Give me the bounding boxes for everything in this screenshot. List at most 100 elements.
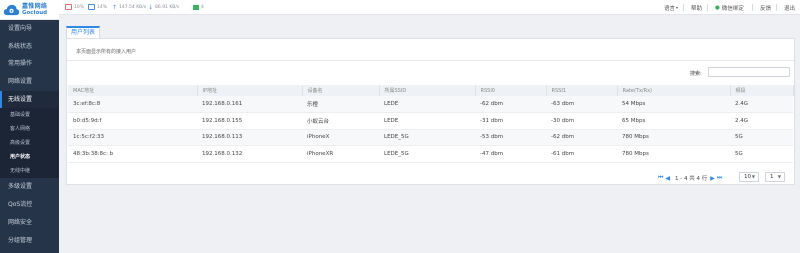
page-number-select[interactable]: 1 ▼: [765, 172, 785, 182]
search-label: 搜索:: [690, 71, 702, 77]
divider: [752, 4, 753, 11]
sidebar-item-setup-wizard[interactable]: 设置向导: [0, 20, 59, 38]
download-stat: ↓ 86.91 KB/s: [148, 3, 179, 11]
table-row: 3c:ef:8c:8 192.168.0.161 乐橙 LEDE -62 dbm…: [68, 96, 793, 113]
memory-usage: 14%: [97, 4, 108, 10]
column-header-band[interactable]: 频段: [730, 85, 794, 96]
panel-description: 本页面显示所有的接入用户: [76, 49, 137, 55]
column-header-device[interactable]: 设备名: [302, 85, 380, 96]
sidebar-subitem-advanced[interactable]: 高级设置: [0, 136, 59, 150]
monitor-icon: [193, 4, 199, 10]
sidebar-item-multi-level[interactable]: 多级设置: [0, 178, 59, 196]
sidebar-item-group-management[interactable]: 分组管理: [0, 232, 59, 250]
sidebar-item-wireless-settings[interactable]: 无线设置: [0, 90, 59, 109]
client-count: 4: [201, 4, 204, 10]
cell-rate: 54 Mbps: [617, 96, 730, 113]
column-header-rssi1[interactable]: RSSI1: [546, 85, 618, 96]
brand-logo: 嘉惟网络 Gocloud: [0, 0, 59, 20]
sidebar-subitem-basic[interactable]: 基础设置: [0, 108, 59, 122]
tab-user-list[interactable]: 用户列表: [66, 26, 100, 38]
cell-device: 乐橙: [302, 96, 379, 113]
divider: [707, 4, 708, 11]
clients-stat: 4: [193, 3, 204, 11]
cell-rssi1: -61 dbm: [546, 145, 617, 163]
chevron-down-icon: ▼: [751, 174, 755, 179]
cell-device: iPhoneX: [302, 129, 379, 146]
last-page-icon[interactable]: ⏭: [717, 174, 722, 182]
table-row: 1c:5c:f2:33 192.168.0.113 iPhoneX LEDE_5…: [68, 129, 793, 146]
column-header-rssi0[interactable]: RSSI0: [475, 85, 547, 96]
search-input[interactable]: [708, 67, 790, 77]
sidebar-item-network-settings[interactable]: 网络设置: [0, 73, 59, 91]
cell-ssid: LEDE_5G: [379, 145, 475, 163]
cell-rate: 780 Mbps: [617, 129, 730, 146]
column-header-rate[interactable]: Rate(Tx/Rx): [617, 85, 731, 96]
language-menu[interactable]: 语言 ▾: [664, 0, 678, 15]
user-list-panel: 本页面显示所有的接入用户 搜索: MAC地址 IP地址 设备名 所属SSID R…: [66, 38, 795, 185]
help-link[interactable]: 帮助: [691, 0, 702, 15]
divider: [683, 4, 684, 11]
prev-page-icon[interactable]: ◀: [665, 175, 670, 182]
feedback-link[interactable]: 反馈: [760, 0, 771, 15]
page-number-value: 1: [770, 174, 774, 180]
logout-link[interactable]: 退出: [784, 0, 795, 15]
brand-name-cn: 嘉惟网络: [22, 2, 48, 10]
page-size-select[interactable]: 10 ▼: [739, 172, 759, 182]
cpu-stat: 10%: [65, 3, 84, 11]
column-header-ip[interactable]: IP地址: [197, 85, 303, 96]
table-row: b0:d5:9d:f 192.168.0.155 小蚁云台 LEDE -31 d…: [68, 112, 793, 130]
pagination-summary: 1 - 4 共 4 行: [675, 176, 708, 182]
cell-band: 2.4G: [730, 96, 793, 113]
column-header-mac[interactable]: MAC地址: [68, 85, 198, 96]
upload-arrow-icon: ↑: [112, 3, 118, 11]
cell-mac: b0:d5:9d:f: [68, 112, 197, 130]
wechat-bind-link[interactable]: ● 微信绑定: [715, 0, 744, 15]
cloud-logo-icon: [3, 4, 20, 15]
sidebar-item-common-ops[interactable]: 常用操作: [0, 55, 59, 73]
table-row: 48:3b:38:8c: b 192.168.0.132 iPhoneXR LE…: [68, 145, 793, 163]
upload-stat: ↑ 147.54 KB/s: [112, 3, 146, 11]
divider: [776, 4, 777, 11]
cell-ssid: LEDE: [379, 96, 475, 113]
cell-rssi0: -62 dbm: [475, 96, 546, 113]
language-label: 语言: [664, 5, 676, 12]
cpu-usage: 10%: [74, 4, 85, 10]
cell-rssi0: -53 dbm: [475, 129, 546, 146]
cell-band: 5G: [730, 129, 793, 146]
page-size-value: 10: [744, 174, 751, 180]
sidebar-subitem-guest[interactable]: 客人网络: [0, 122, 59, 136]
cell-rssi1: -63 dbm: [546, 96, 617, 113]
top-bar: 10% 14% ↑ 147.54 KB/s ↓ 86.91 KB/s 4 语言 …: [59, 0, 800, 15]
cell-rate: 780 Mbps: [617, 145, 730, 163]
sidebar-item-qos[interactable]: QoS流控: [0, 196, 59, 214]
cell-ssid: LEDE: [379, 112, 475, 130]
wechat-bind-label: 微信绑定: [721, 5, 744, 12]
next-page-icon[interactable]: ▶: [710, 175, 715, 182]
column-header-ssid[interactable]: 所属SSID: [379, 85, 476, 96]
cell-mac: 48:3b:38:8c: b: [68, 145, 197, 163]
sidebar-subitem-user-status[interactable]: 用户状态: [0, 150, 59, 164]
upload-rate: 147.54 KB/s: [119, 4, 147, 10]
cell-rssi1: -30 dbm: [546, 112, 617, 130]
cell-ip: 192.168.0.132: [197, 145, 302, 163]
sidebar-item-system-status[interactable]: 系统状态: [0, 38, 59, 56]
user-table: MAC地址 IP地址 设备名 所属SSID RSSI0 RSSI1 Rate(T…: [68, 85, 794, 163]
chevron-down-icon: ▼: [777, 174, 781, 179]
sidebar: 嘉惟网络 Gocloud 设置向导 系统状态 常用操作 网络设置 无线设置 基础…: [0, 0, 59, 253]
cell-device: iPhoneXR: [302, 145, 379, 163]
cell-rssi0: -47 dbm: [475, 145, 546, 163]
sidebar-item-network-security[interactable]: 网络安全: [0, 214, 59, 232]
cell-ssid: LEDE_5G: [379, 129, 475, 146]
cell-ip: 192.168.0.161: [197, 96, 302, 113]
cell-rssi0: -31 dbm: [475, 112, 546, 130]
download-rate: 86.91 KB/s: [155, 4, 180, 10]
cell-mac: 3c:ef:8c:8: [68, 96, 197, 113]
cell-ip: 192.168.0.155: [197, 112, 302, 130]
first-page-icon[interactable]: ⏮: [658, 174, 663, 182]
chevron-down-icon: ▾: [676, 5, 679, 10]
cpu-icon: [65, 4, 72, 10]
sidebar-submenu: 基础设置 客人网络 高级设置 用户状态 无线中继: [0, 108, 59, 179]
memory-stat: 14%: [88, 3, 107, 11]
sidebar-subitem-repeater[interactable]: 无线中继: [0, 164, 59, 178]
pagination: ⏮ ◀ 1 - 4 共 4 行 ▶ ⏭: [658, 172, 724, 184]
